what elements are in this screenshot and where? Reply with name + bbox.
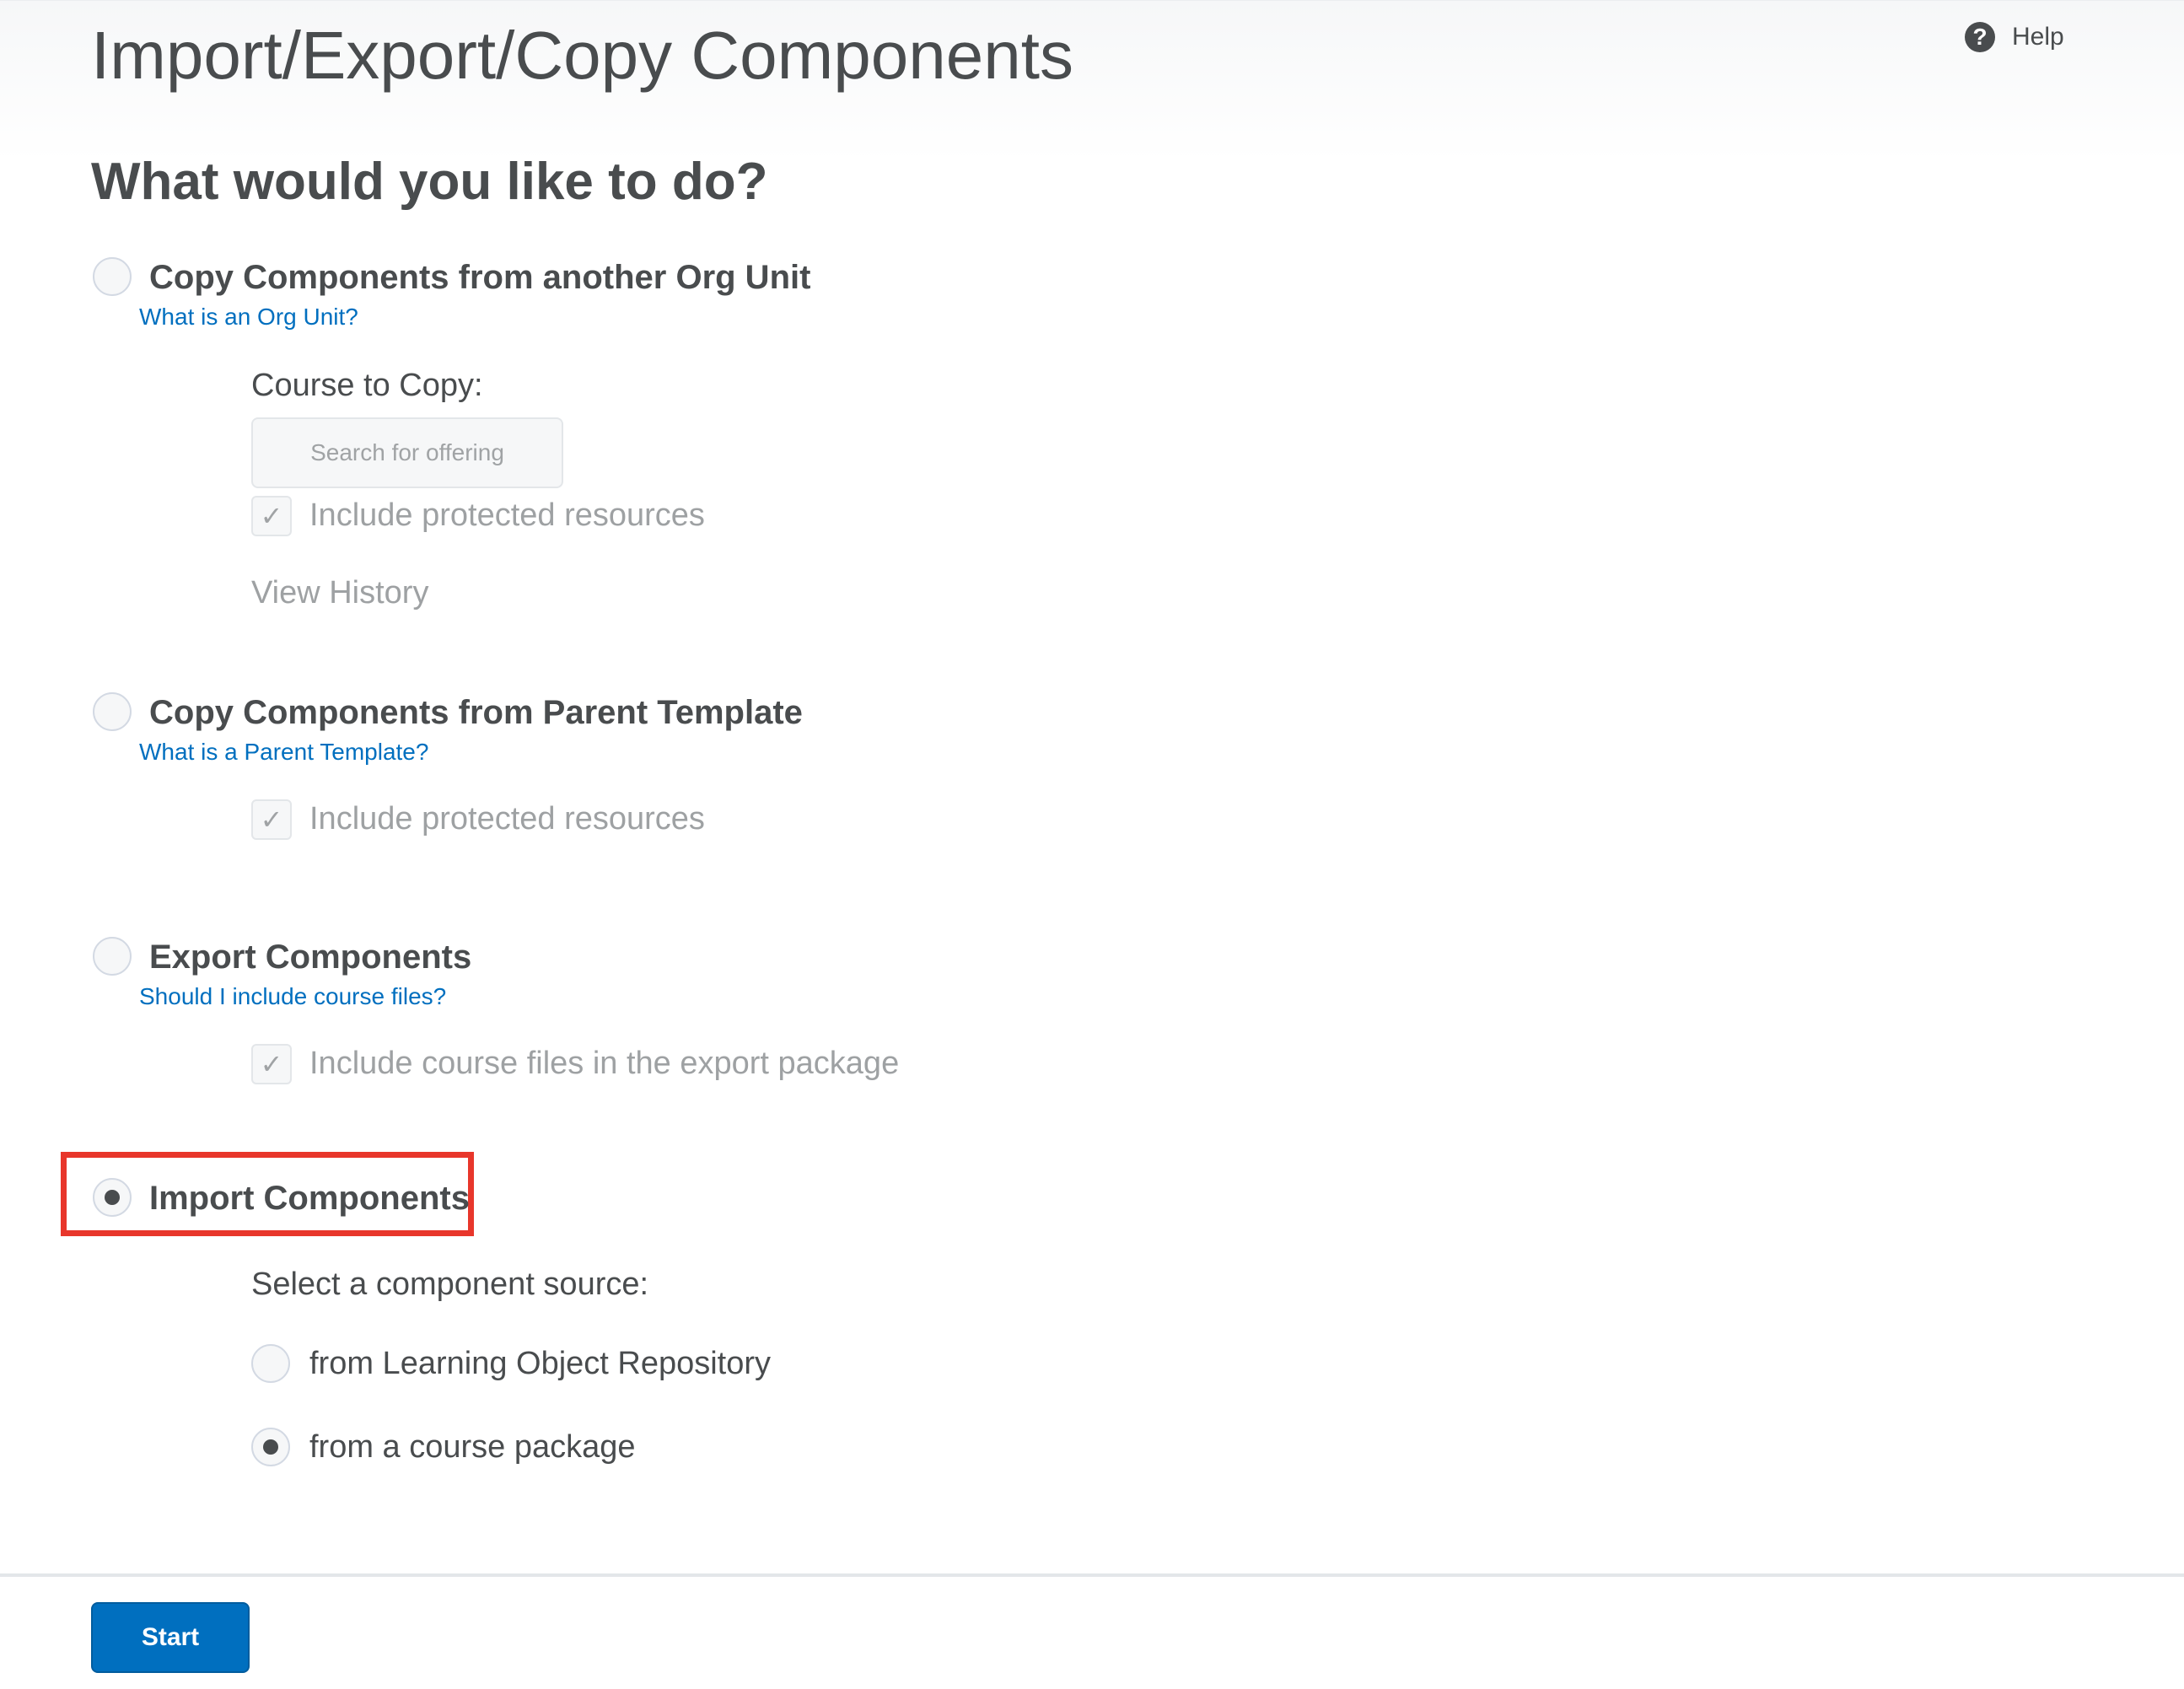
- course-to-copy-label: Course to Copy:: [251, 368, 483, 403]
- help-label: Help: [2012, 23, 2064, 51]
- question-heading: What would you like to do?: [91, 153, 768, 211]
- option-label-copy-org-unit[interactable]: Copy Components from another Org Unit: [149, 257, 810, 298]
- search-offering-input[interactable]: [251, 417, 563, 488]
- option-label-export-components[interactable]: Export Components: [149, 937, 471, 977]
- radio-import-components[interactable]: [93, 1178, 132, 1217]
- radio-export-components[interactable]: [93, 937, 132, 976]
- option-label-copy-parent-template[interactable]: Copy Components from Parent Template: [149, 692, 803, 733]
- help-link-parent-template[interactable]: What is a Parent Template?: [139, 737, 428, 767]
- help-link[interactable]: ? Help: [1965, 22, 2064, 52]
- checkbox-label-include-protected-1: Include protected resources: [309, 498, 705, 533]
- view-history-link[interactable]: View History: [251, 573, 428, 612]
- checkmark-icon: ✓: [260, 1049, 283, 1079]
- help-icon: ?: [1965, 22, 1995, 52]
- checkbox-label-include-course-files: Include course files in the export packa…: [309, 1046, 900, 1081]
- checkbox-include-protected-1[interactable]: ✓: [251, 496, 292, 536]
- radio-copy-org-unit[interactable]: [93, 257, 132, 296]
- page-title: Import/Export/Copy Components: [91, 18, 1073, 93]
- start-button[interactable]: Start: [91, 1602, 250, 1673]
- checkbox-include-protected-2[interactable]: ✓: [251, 799, 292, 840]
- source-label-lor[interactable]: from Learning Object Repository: [309, 1344, 771, 1383]
- option-label-import-components[interactable]: Import Components: [149, 1178, 470, 1218]
- checkmark-icon: ✓: [260, 804, 283, 835]
- checkmark-icon: ✓: [260, 501, 283, 531]
- radio-copy-parent-template[interactable]: [93, 692, 132, 731]
- radio-source-course-package[interactable]: [251, 1428, 290, 1466]
- source-label-course-package[interactable]: from a course package: [309, 1428, 636, 1466]
- checkbox-label-include-protected-2: Include protected resources: [309, 801, 705, 836]
- footer-divider: [0, 1573, 2184, 1577]
- help-link-org-unit[interactable]: What is an Org Unit?: [139, 302, 358, 332]
- help-link-course-files[interactable]: Should I include course files?: [139, 982, 446, 1012]
- component-source-label: Select a component source:: [251, 1267, 649, 1302]
- checkbox-include-course-files[interactable]: ✓: [251, 1044, 292, 1084]
- radio-source-lor[interactable]: [251, 1344, 290, 1383]
